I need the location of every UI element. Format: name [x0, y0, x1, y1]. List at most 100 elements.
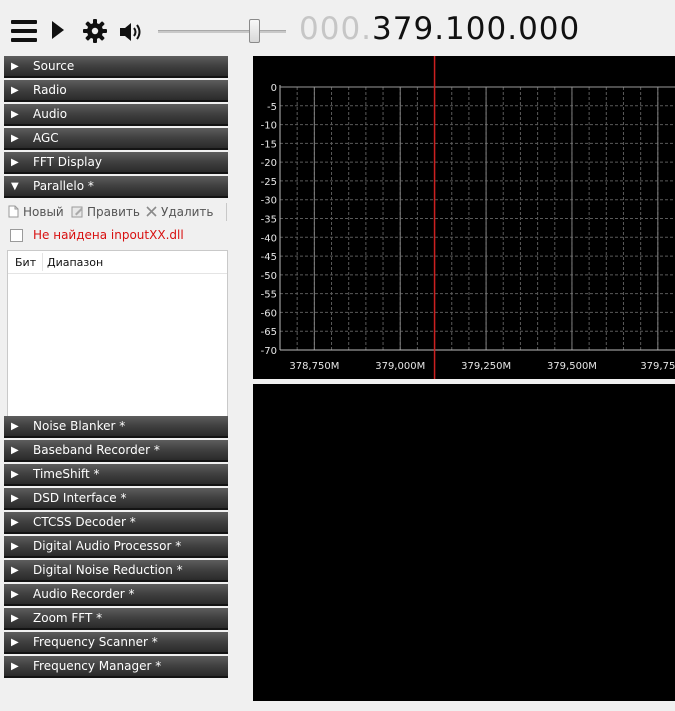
section-label: FFT Display: [33, 155, 102, 169]
triangle-right-icon: ▶: [11, 109, 19, 120]
section-header-digital-audio-processor[interactable]: ▶ Digital Audio Processor *: [4, 536, 228, 558]
section-label: Radio: [33, 83, 67, 97]
dll-warning-text: Не найдена inpoutXX.dll: [33, 228, 184, 242]
section-header-audio-recorder[interactable]: ▶ Audio Recorder *: [4, 584, 228, 606]
section-label: Audio Recorder *: [33, 587, 135, 601]
section-header-digital-noise-reduction[interactable]: ▶ Digital Noise Reduction *: [4, 560, 228, 582]
toolbar-separator: [226, 203, 227, 221]
spectrum-plot[interactable]: 0 -5 -10 -15 -20 -25 -30 -35 -40 -45 -50 -55 -60 -65 -…: [253, 56, 675, 379]
y-tick-label: -40: [261, 233, 277, 244]
edit-button-label: Править: [87, 205, 140, 219]
gear-icon[interactable]: [82, 18, 108, 44]
section-label: Digital Audio Processor *: [33, 539, 182, 553]
frequency-leading-digits[interactable]: 000.: [299, 11, 372, 47]
section-label: Zoom FFT *: [33, 611, 103, 625]
triangle-right-icon: ▶: [11, 661, 19, 672]
section-label: AGC: [33, 131, 59, 145]
section-header-zoom-fft[interactable]: ▶ Zoom FFT *: [4, 608, 228, 630]
section-header-source[interactable]: ▶ Source: [4, 56, 228, 78]
triangle-down-icon: ▼: [11, 181, 19, 192]
y-tick-label: -30: [261, 196, 277, 207]
section-label: Digital Noise Reduction *: [33, 563, 183, 577]
triangle-right-icon: ▶: [11, 517, 19, 528]
section-header-fft-display[interactable]: ▶ FFT Display: [4, 152, 228, 174]
section-header-radio[interactable]: ▶ Radio: [4, 80, 228, 102]
triangle-right-icon: ▶: [11, 421, 19, 432]
triangle-right-icon: ▶: [11, 541, 19, 552]
parallelo-toolbar: Новый Править Удалить: [4, 200, 228, 224]
volume-track: [158, 30, 286, 33]
y-tick-label: -35: [261, 215, 277, 226]
volume-thumb[interactable]: [249, 19, 260, 43]
triangle-right-icon: ▶: [11, 85, 19, 96]
x-tick-label: 379,250M: [461, 361, 511, 372]
section-label: Frequency Manager *: [33, 659, 162, 673]
y-tick-label: -50: [261, 271, 277, 282]
section-label: Noise Blanker *: [33, 419, 126, 433]
triangle-right-icon: ▶: [11, 469, 19, 480]
y-tick-label: -70: [261, 346, 277, 357]
edit-button[interactable]: Править: [71, 204, 140, 220]
y-tick-label: -60: [261, 308, 277, 319]
section-label: Audio: [33, 107, 68, 121]
triangle-right-icon: ▶: [11, 61, 19, 72]
new-button[interactable]: Новый: [7, 204, 64, 220]
triangle-right-icon: ▶: [11, 445, 19, 456]
x-tick-label: 379,75: [640, 361, 675, 372]
play-icon[interactable]: [52, 21, 64, 39]
close-icon: [145, 205, 158, 218]
column-separator: [42, 253, 43, 271]
dll-checkbox[interactable]: [10, 229, 23, 242]
menu-icon[interactable]: [11, 20, 37, 42]
triangle-right-icon: ▶: [11, 565, 19, 576]
section-header-dsd-interface[interactable]: ▶ DSD Interface *: [4, 488, 228, 510]
x-tick-label: 378,750M: [289, 361, 339, 372]
x-tick-label: 379,500M: [547, 361, 597, 372]
section-label: TimeShift *: [33, 467, 100, 481]
section-label: Frequency Scanner *: [33, 635, 158, 649]
bits-table[interactable]: Бит Диапазон: [7, 250, 228, 416]
volume-slider[interactable]: [158, 18, 286, 44]
y-tick-label: -65: [261, 327, 277, 338]
section-header-ctcss-decoder[interactable]: ▶ CTCSS Decoder *: [4, 512, 228, 534]
column-header-bit[interactable]: Бит: [15, 256, 36, 269]
y-tick-label: -20: [261, 158, 277, 169]
y-tick-label: -10: [261, 121, 277, 132]
section-label: CTCSS Decoder *: [33, 515, 136, 529]
y-tick-label: -5: [267, 102, 277, 113]
table-header: Бит Диапазон: [8, 251, 227, 274]
new-document-icon: [7, 205, 20, 218]
section-header-frequency-manager[interactable]: ▶ Frequency Manager *: [4, 656, 228, 678]
delete-button-label: Удалить: [161, 205, 214, 219]
triangle-right-icon: ▶: [11, 157, 19, 168]
triangle-right-icon: ▶: [11, 637, 19, 648]
speaker-icon[interactable]: [118, 19, 144, 45]
section-header-noise-blanker[interactable]: ▶ Noise Blanker *: [4, 416, 228, 438]
edit-icon: [71, 205, 84, 218]
spectrum-display[interactable]: 0 -5 -10 -15 -20 -25 -30 -35 -40 -45 -50 -55 -60 -65 -…: [253, 56, 675, 379]
section-header-audio[interactable]: ▶ Audio: [4, 104, 228, 126]
section-label: DSD Interface *: [33, 491, 127, 505]
toolbar: 000.379.100.000: [0, 0, 675, 56]
section-header-baseband-recorder[interactable]: ▶ Baseband Recorder *: [4, 440, 228, 462]
triangle-right-icon: ▶: [11, 133, 19, 144]
waterfall-display[interactable]: [253, 384, 675, 701]
y-tick-label: -15: [261, 139, 277, 150]
parallelo-panel: Новый Править Удалить Не найдена inpoutX…: [4, 200, 228, 416]
frequency-display[interactable]: 000.379.100.000: [299, 9, 580, 49]
section-header-parallelo[interactable]: ▼ Parallelo *: [4, 176, 228, 198]
section-header-frequency-scanner[interactable]: ▶ Frequency Scanner *: [4, 632, 228, 654]
plugin-panel: ▶ Source ▶ Radio ▶ Audio ▶ AGC ▶ FFT Display ▼ Para…: [4, 56, 228, 681]
x-tick-label: 379,000M: [375, 361, 425, 372]
triangle-right-icon: ▶: [11, 589, 19, 600]
new-button-label: Новый: [23, 205, 64, 219]
section-header-agc[interactable]: ▶ AGC: [4, 128, 228, 150]
frequency-digits[interactable]: 379.100.000: [372, 11, 580, 47]
section-header-timeshift[interactable]: ▶ TimeShift *: [4, 464, 228, 486]
triangle-right-icon: ▶: [11, 613, 19, 624]
delete-button[interactable]: Удалить: [145, 204, 214, 220]
column-header-range[interactable]: Диапазон: [47, 256, 103, 269]
section-label: Parallelo *: [33, 179, 94, 193]
section-label: Baseband Recorder *: [33, 443, 160, 457]
y-tick-label: 0: [271, 83, 277, 94]
